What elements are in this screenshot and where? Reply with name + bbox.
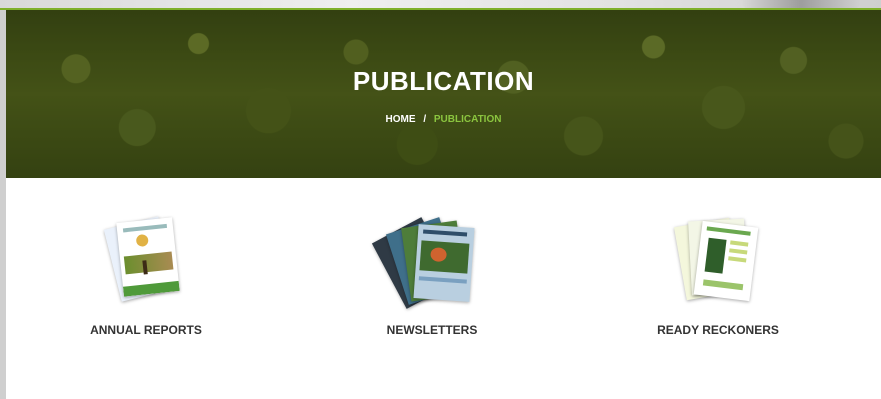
ready-reckoner-sheets-icon xyxy=(668,208,768,308)
annual-report-cover-icon xyxy=(96,208,196,308)
top-header-strip xyxy=(0,0,881,10)
page-banner: PUBLICATION HOME / PUBLICATION xyxy=(6,10,881,178)
annual-reports-card[interactable]: ANNUAL REPORTS xyxy=(36,208,256,337)
ready-reckoners-card[interactable]: READY RECKONERS xyxy=(608,208,828,337)
annual-reports-label: ANNUAL REPORTS xyxy=(90,323,202,337)
breadcrumb-home-link[interactable]: HOME xyxy=(386,114,416,125)
page-title: PUBLICATION xyxy=(352,66,535,96)
breadcrumb: HOME / PUBLICATION xyxy=(6,114,881,125)
breadcrumb-current: PUBLICATION xyxy=(433,114,502,125)
publication-list: ANNUAL REPORTS NEWSLETTERS READY RECKONE… xyxy=(6,178,881,399)
newsletters-card[interactable]: NEWSLETTERS xyxy=(322,208,542,337)
newsletters-label: NEWSLETTERS xyxy=(386,323,478,337)
newsletter-stack-icon xyxy=(371,208,482,309)
breadcrumb-separator: / xyxy=(423,114,427,125)
ready-reckoners-label: READY RECKONERS xyxy=(657,323,779,337)
